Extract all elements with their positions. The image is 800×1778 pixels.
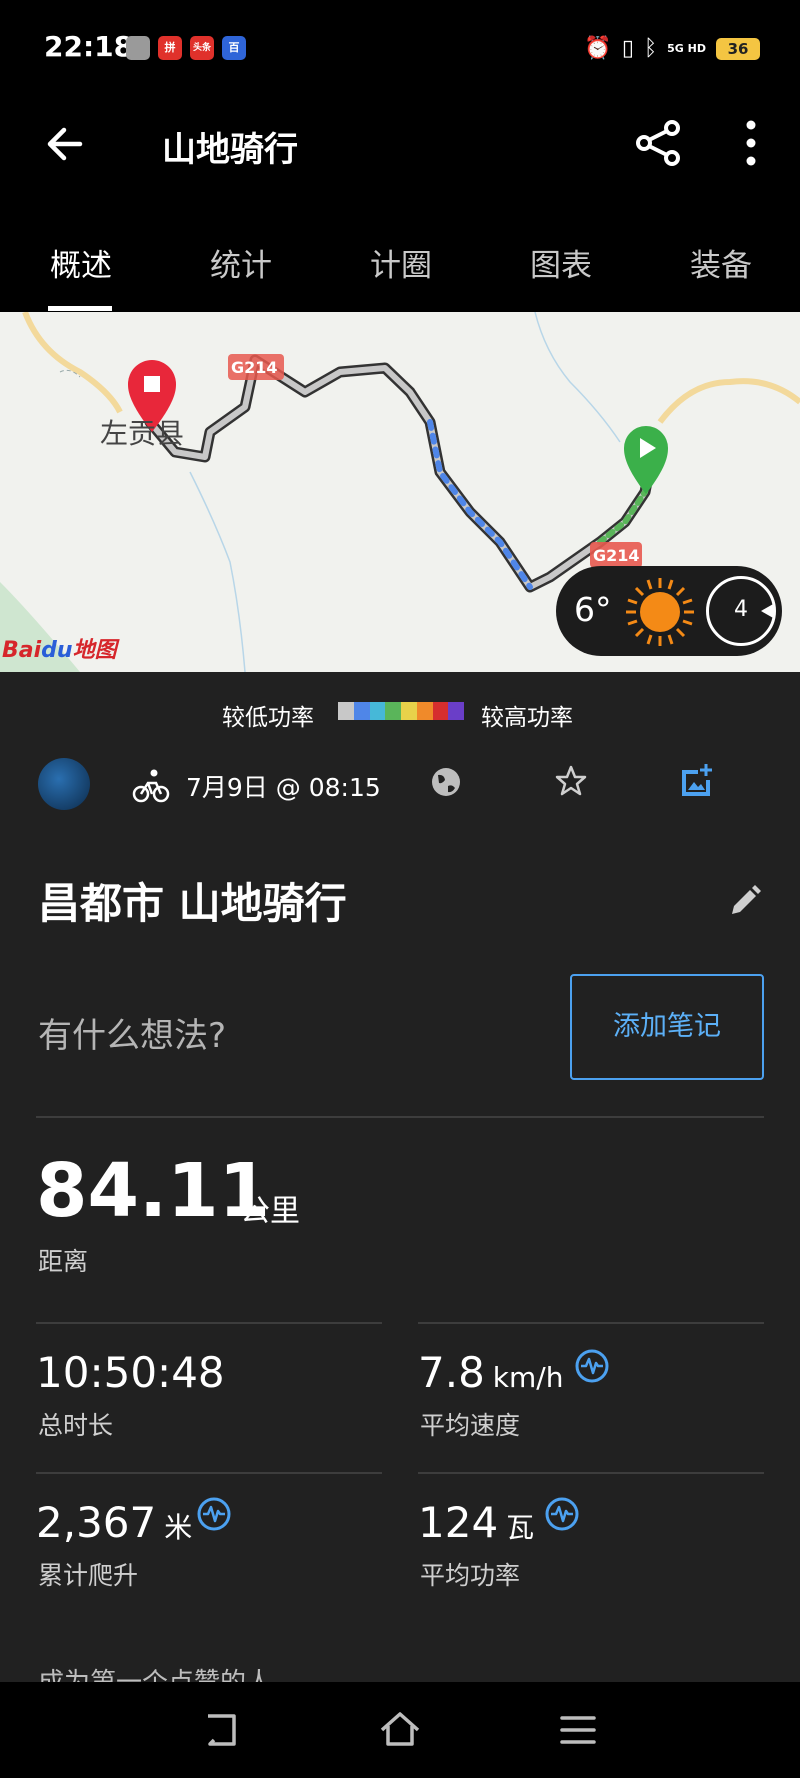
divider: [36, 1116, 764, 1118]
total-ascent-value: 2,367 米: [36, 1498, 193, 1547]
status-bar: 22:18 拼 头条 百 ⏰ ▯ ᛒ 5G HD 36: [0, 0, 800, 96]
tab-laps[interactable]: 计圈: [370, 240, 432, 285]
pinduoduo-icon: 拼: [158, 36, 182, 60]
activity-date: 7月9日 @ 08:15: [186, 773, 381, 802]
road-label-1: G214: [231, 358, 278, 377]
total-time-label: 总时长: [38, 1411, 114, 1440]
avatar[interactable]: [38, 758, 90, 810]
performance-stat-icon[interactable]: [544, 1496, 580, 1532]
performance-stat-icon[interactable]: [574, 1348, 610, 1384]
status-app-icons: 拼 头条 百: [126, 36, 246, 60]
vibrate-icon: ▯: [621, 36, 634, 61]
wind-direction-icon: [761, 603, 775, 619]
activity-name: 昌都市 山地骑行: [38, 879, 347, 928]
power-legend: 较低功率 较高功率: [0, 684, 800, 731]
status-time: 22:18: [44, 30, 134, 63]
performance-stat-icon[interactable]: [196, 1496, 232, 1532]
tab-gear[interactable]: 装备: [690, 240, 752, 285]
tab-stats[interactable]: 统计: [210, 240, 272, 285]
star-icon[interactable]: [554, 764, 588, 798]
map-town-label: 左贡县: [100, 417, 185, 450]
weather-temperature: 6°: [574, 590, 612, 629]
nav-back-icon[interactable]: [200, 1708, 244, 1752]
more-options-icon[interactable]: [728, 116, 774, 170]
system-nav-bar: [0, 1682, 800, 1778]
legend-high-label: 较高功率: [481, 705, 573, 731]
edit-pencil-icon[interactable]: [728, 884, 762, 918]
route-map[interactable]: 左贡县 G214 G214 6° 4 Baidu地图: [0, 312, 800, 672]
divider: [36, 1322, 382, 1324]
app-bar: 山地骑行: [0, 96, 800, 192]
baidu-icon: 百: [222, 36, 246, 60]
nav-menu-icon[interactable]: [556, 1708, 600, 1752]
tab-charts[interactable]: 图表: [530, 240, 592, 285]
back-arrow-icon[interactable]: [40, 118, 92, 170]
add-photo-icon[interactable]: [678, 762, 714, 798]
thoughts-prompt[interactable]: 有什么想法?: [38, 1008, 226, 1057]
battery-indicator: 36: [716, 37, 760, 60]
total-time-value: 10:50:48: [36, 1348, 225, 1397]
avg-power-value: 124 瓦: [418, 1498, 535, 1547]
status-indicators: ⏰ ▯ ᛒ 5G HD 36: [584, 36, 760, 61]
divider: [36, 1472, 382, 1474]
tab-indicator: [48, 306, 112, 311]
nav-home-icon[interactable]: [378, 1708, 422, 1752]
activity-meta-row: 7月9日 @ 08:15: [0, 758, 800, 822]
avg-speed-label: 平均速度: [420, 1411, 521, 1440]
avg-speed-value: 7.8 km/h: [418, 1348, 564, 1397]
mountain-bike-icon: [132, 769, 170, 803]
map-provider-logo: Baidu地图: [2, 638, 117, 663]
total-ascent-label: 累计爬升: [38, 1561, 139, 1590]
activity-overview: 较低功率 较高功率 7月9日 @ 08:15 昌都市 山地骑行 有什么想法? 添…: [0, 672, 800, 1698]
bluetooth-icon: ᛒ: [643, 36, 658, 61]
network-indicator: 5G HD: [667, 41, 706, 55]
globe-icon[interactable]: [430, 766, 462, 798]
tab-overview[interactable]: 概述: [50, 240, 112, 285]
divider: [418, 1472, 764, 1474]
wind-indicator: 4: [706, 576, 776, 646]
toutiao-icon: 头条: [190, 36, 214, 60]
legend-low-label: 较低功率: [222, 705, 314, 731]
shopping-icon: [126, 36, 150, 60]
share-icon[interactable]: [632, 116, 686, 170]
tab-bar: 概述 统计 计圈 图表 装备: [0, 220, 800, 312]
sun-icon: [626, 578, 694, 646]
distance-unit: 公里: [240, 1194, 300, 1229]
weather-widget: 6° 4: [556, 566, 782, 656]
divider: [418, 1322, 764, 1324]
page-title: 山地骑行: [162, 130, 298, 170]
distance-value: 84.11: [36, 1148, 271, 1234]
avg-power-label: 平均功率: [420, 1561, 521, 1590]
add-note-button[interactable]: 添加笔记: [570, 974, 764, 1080]
road-label-2: G214: [593, 546, 640, 565]
distance-label: 距离: [38, 1247, 89, 1276]
legend-color-scale: [338, 702, 464, 720]
alarm-icon: ⏰: [584, 36, 612, 61]
